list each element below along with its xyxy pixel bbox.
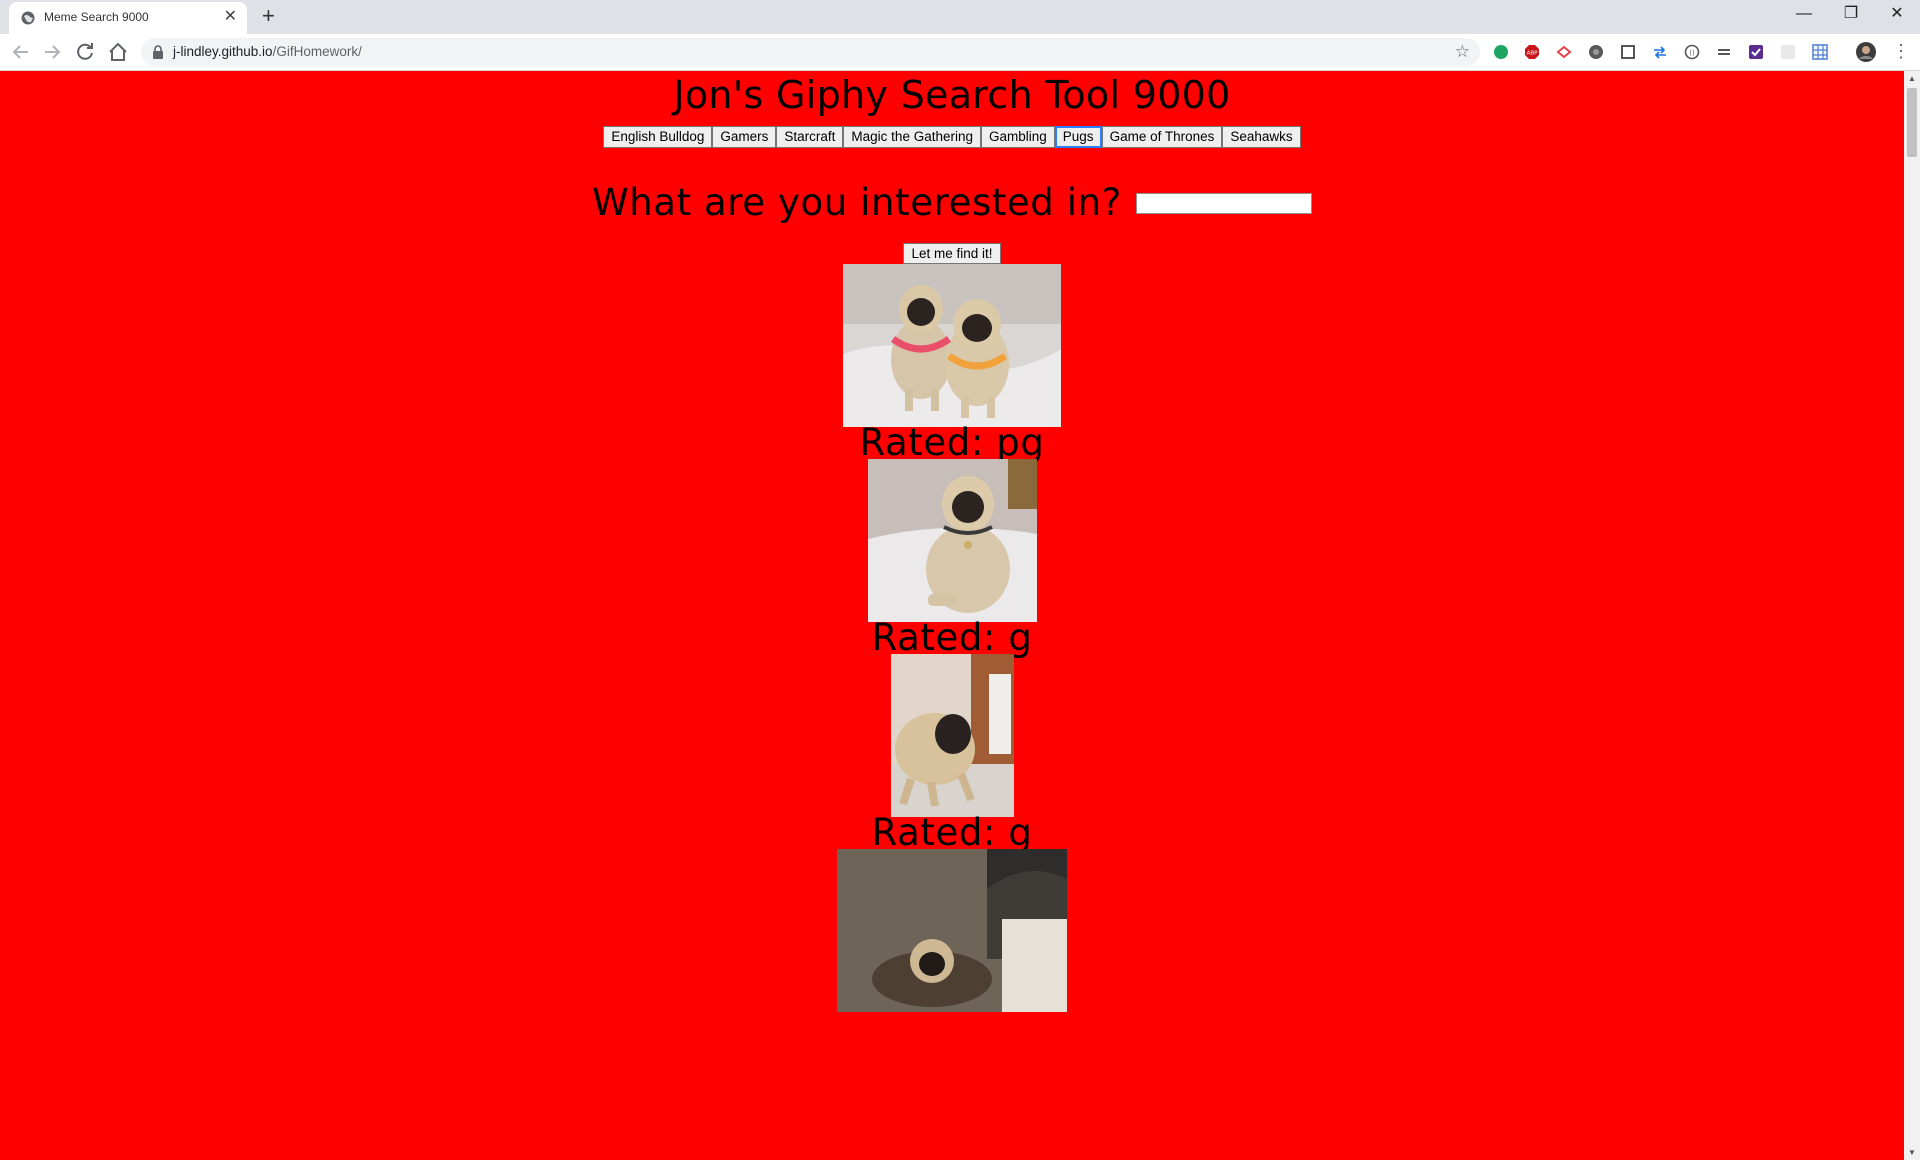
purple-check-ext-icon[interactable]	[1748, 44, 1764, 60]
gif-image-pug-in-bed[interactable]	[837, 849, 1067, 1012]
topic-button-english-bulldog[interactable]: English Bulldog	[603, 126, 713, 148]
topic-button-seahawks[interactable]: Seahawks	[1222, 126, 1301, 148]
browser-menu-icon[interactable]: ⋮	[1892, 41, 1910, 61]
scroll-down-arrow-icon[interactable]: ▼	[1908, 1148, 1916, 1157]
globe-icon	[21, 11, 35, 25]
page-viewport: Jon's Giphy Search Tool 9000 English Bul…	[0, 71, 1904, 1160]
gif-rating: Rated: pg	[859, 421, 1045, 464]
home-icon[interactable]	[106, 40, 130, 64]
url-path: /GifHomework/	[272, 44, 362, 59]
page-scrollbar[interactable]: ▲ ▼	[1904, 71, 1920, 1160]
grid-ext-icon[interactable]	[1812, 44, 1828, 60]
bookmark-star-icon[interactable]: ☆	[1455, 42, 1470, 62]
svg-text:(): ()	[1689, 49, 1695, 57]
profile-avatar-icon[interactable]	[1856, 42, 1876, 62]
search-question-label: What are you interested in?	[592, 181, 1122, 224]
red-ext-icon[interactable]	[1556, 44, 1572, 60]
adblock-icon[interactable]: ABP	[1524, 44, 1540, 60]
close-window-button[interactable]: ✕	[1877, 4, 1917, 24]
svg-text:ABP: ABP	[1527, 51, 1539, 57]
find-button[interactable]: Let me find it!	[903, 243, 1001, 264]
reload-icon[interactable]	[73, 40, 97, 64]
find-row: Let me find it!	[0, 243, 1904, 264]
gif-results: Rated: pg Rated: g Rated: g	[0, 264, 1904, 1012]
topic-button-bar: English Bulldog Gamers Starcraft Magic the …	[0, 126, 1904, 148]
topic-button-magic-the-gathering[interactable]: Magic the Gathering	[843, 126, 981, 148]
lock-icon	[153, 45, 163, 59]
new-tab-button[interactable]: +	[262, 4, 275, 28]
forward-arrow-icon[interactable]	[40, 40, 64, 64]
url-host: j-lindley.github.io	[173, 44, 273, 59]
topic-button-starcraft[interactable]: Starcraft	[776, 126, 844, 148]
page-title: Jon's Giphy Search Tool 9000	[673, 73, 1231, 117]
gif-image-running-pug[interactable]	[890, 654, 1014, 817]
page-content: Jon's Giphy Search Tool 9000 English Bul…	[0, 71, 1904, 1012]
screenshot-ext-icon[interactable]	[1620, 44, 1636, 60]
lines-ext-icon[interactable]	[1716, 44, 1732, 60]
dark-circle-ext-icon[interactable]	[1588, 44, 1604, 60]
tab-title: Meme Search 9000	[44, 10, 149, 24]
back-arrow-icon[interactable]	[9, 40, 33, 64]
browser-tab[interactable]: Meme Search 9000 ✕	[9, 2, 247, 34]
blank-ext-icon[interactable]	[1780, 44, 1796, 60]
tab-strip: Meme Search 9000 ✕ + — ❐ ✕	[0, 0, 1920, 34]
green-ext-icon[interactable]	[1493, 44, 1509, 60]
topic-button-game-of-thrones[interactable]: Game of Thrones	[1101, 126, 1223, 148]
gif-rating: Rated: g	[871, 616, 1033, 659]
scrollbar-thumb[interactable]	[1907, 88, 1917, 157]
gif-image-two-pugs[interactable]	[843, 264, 1061, 427]
restore-button[interactable]: ❐	[1831, 4, 1871, 24]
topic-button-pugs[interactable]: Pugs	[1054, 126, 1102, 148]
arrows-ext-icon[interactable]	[1652, 44, 1668, 60]
minimize-button[interactable]: —	[1784, 4, 1824, 24]
scroll-up-arrow-icon[interactable]: ▲	[1908, 74, 1916, 83]
gif-rating: Rated: g	[871, 811, 1033, 854]
gif-image-sitting-pug[interactable]	[867, 459, 1037, 622]
url-text: j-lindley.github.io/GifHomework/	[173, 44, 362, 59]
circle-ext-icon[interactable]: ()	[1684, 44, 1700, 60]
topic-button-gambling[interactable]: Gambling	[981, 126, 1055, 148]
browser-toolbar: j-lindley.github.io/GifHomework/ ☆ ABP (…	[0, 34, 1920, 71]
search-input[interactable]	[1135, 192, 1312, 214]
tab-close-icon[interactable]: ✕	[224, 8, 237, 26]
search-row: What are you interested in?	[0, 179, 1904, 227]
topic-button-gamers[interactable]: Gamers	[712, 126, 777, 148]
address-bar[interactable]: j-lindley.github.io/GifHomework/ ☆	[141, 38, 1480, 66]
